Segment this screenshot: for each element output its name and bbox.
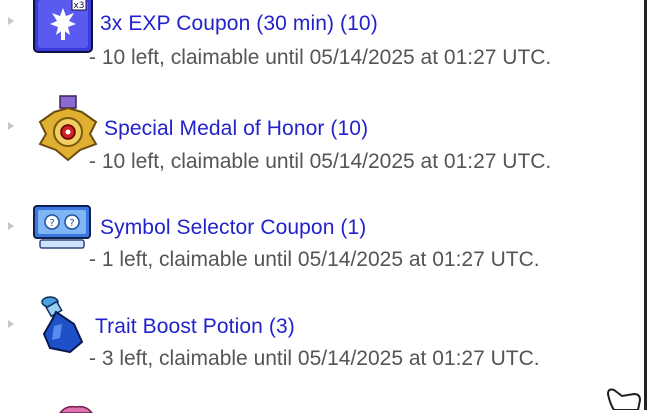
item-name-link[interactable]: 3x EXP Coupon (30 min) (10) [100, 12, 378, 36]
bullet-icon [8, 320, 14, 328]
svg-text:?: ? [49, 218, 54, 229]
item-detail: - 1 left, claimable until 05/14/2025 at … [89, 248, 540, 271]
symbol-selector-icon: ? ? [30, 202, 94, 259]
bullet-icon [8, 122, 14, 130]
exp-coupon-icon: x3 [32, 0, 94, 61]
item-detail: - 3 left, claimable until 05/14/2025 at … [89, 347, 540, 370]
list-item: Trait Boost Potion (3) - 3 left, claimab… [0, 296, 640, 386]
item-detail: - 10 left, claimable until 05/14/2025 at… [89, 150, 552, 173]
list-item: ? ? Symbol Selector Coupon (1) - 1 left,… [0, 198, 640, 288]
item-name-link[interactable]: Trait Boost Potion (3) [95, 315, 295, 339]
item-name-link[interactable]: Symbol Selector Coupon (1) [100, 216, 366, 240]
bullet-icon [8, 222, 14, 230]
item-detail: - 10 left, claimable until 05/14/2025 at… [89, 46, 552, 69]
potion-icon [30, 294, 92, 361]
svg-text:x3: x3 [73, 1, 84, 11]
list-item: Special Medal of Honor (10) - 10 left, c… [0, 94, 640, 184]
item-name-link[interactable]: Special Medal of Honor (10) [104, 117, 368, 141]
bullet-icon [8, 17, 14, 25]
hand-cursor-icon [604, 384, 644, 415]
list-item: x3 3x EXP Coupon (30 min) (10) - 10 left… [0, 0, 640, 90]
next-item-icon [56, 400, 96, 418]
svg-text:?: ? [69, 218, 74, 229]
